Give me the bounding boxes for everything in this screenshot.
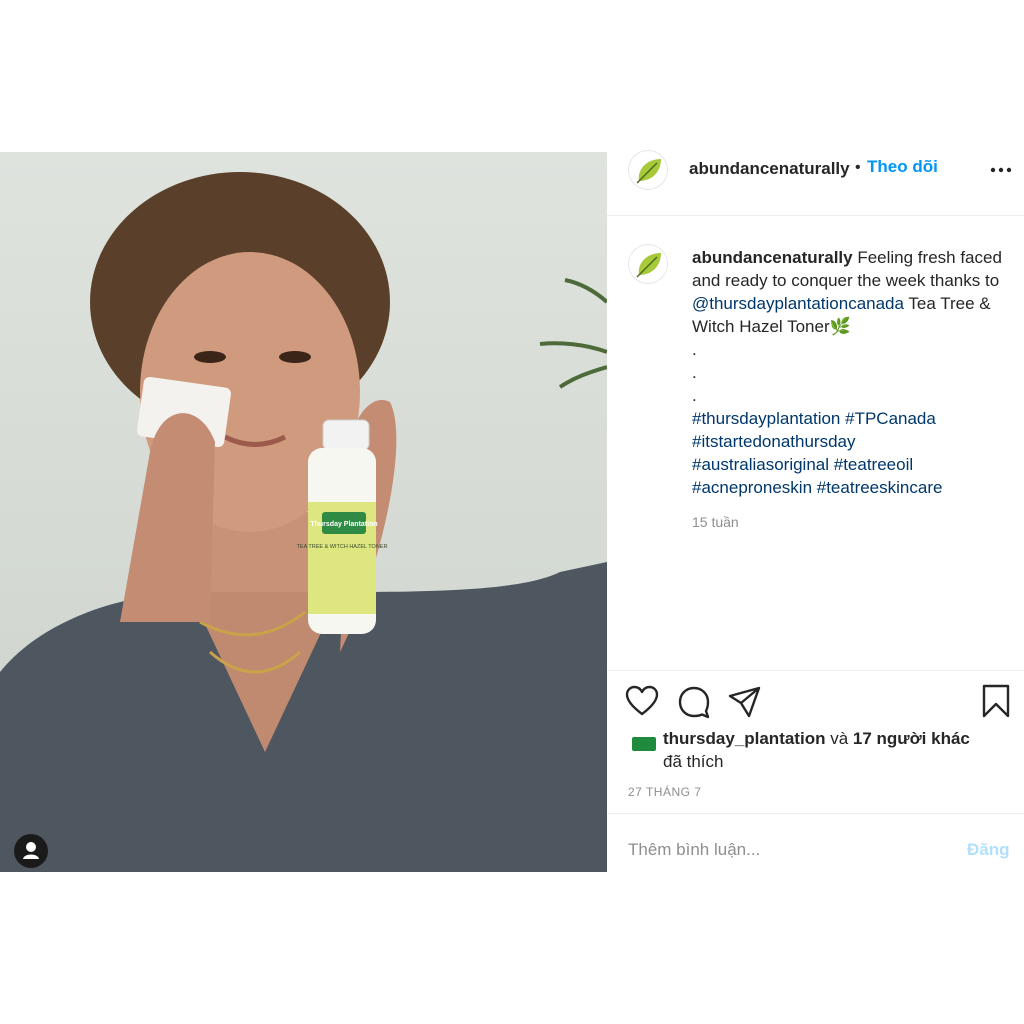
post-details-panel: abundancenaturally • Theo dõi abundancen…: [607, 150, 1024, 872]
bottle-cap: [322, 419, 370, 451]
bottle-product-text: TEA TREE & WITCH HAZEL TONER: [297, 544, 388, 550]
liker-avatar[interactable]: [632, 737, 656, 751]
plant-leaves: [539, 278, 607, 389]
post-photo[interactable]: Thursday Plantation TEA TREE & WITCH HAZ…: [0, 152, 607, 872]
hashtag-line[interactable]: #acneproneskin #teatreeskincare: [692, 476, 1007, 499]
paper-plane-icon: [728, 686, 761, 718]
instagram-post: Thursday Plantation TEA TREE & WITCH HAZ…: [0, 150, 1024, 872]
likes-suffix: đã thích: [663, 752, 724, 771]
bookmark-icon: [982, 684, 1010, 718]
likes-summary: thursday_plantation và 17 người khác đã …: [663, 727, 1003, 773]
caption-username[interactable]: abundancenaturally: [692, 248, 853, 267]
caption-dot: .: [692, 386, 697, 405]
bottle-brand-text: Thursday Plantation: [310, 521, 377, 528]
more-options-button[interactable]: [989, 160, 1013, 180]
tagged-users-button[interactable]: [14, 834, 48, 868]
header-separator: •: [855, 159, 861, 176]
hashtag-line[interactable]: #australiasoriginal #teatreeoil: [692, 453, 1007, 476]
author-username[interactable]: abundancenaturally: [689, 159, 850, 179]
liker-username[interactable]: thursday_plantation: [663, 729, 825, 748]
comment-button[interactable]: [677, 685, 711, 724]
hashtag-line[interactable]: #itstartedonathursday: [692, 430, 1007, 453]
post-caption: abundancenaturally Feeling fresh faced a…: [692, 246, 1007, 499]
leaf-logo-icon: [636, 253, 661, 278]
save-button[interactable]: [981, 684, 1011, 723]
comment-bubble-icon: [678, 686, 710, 719]
user-icon: [23, 842, 39, 859]
comment-input[interactable]: Thêm bình luận...: [628, 840, 760, 860]
like-button[interactable]: [625, 685, 659, 722]
add-comment-bar: Thêm bình luận... Đăng: [607, 813, 1024, 872]
post-actions-section: thursday_plantation và 17 người khác đã …: [607, 670, 1024, 871]
post-comment-button[interactable]: Đăng: [967, 840, 1010, 860]
photo-illustration: Thursday Plantation TEA TREE & WITCH HAZ…: [0, 172, 607, 872]
caption-time-ago[interactable]: 15 tuần: [692, 514, 739, 530]
author-avatar[interactable]: [628, 150, 668, 190]
caption-avatar[interactable]: [628, 244, 668, 284]
follow-button[interactable]: Theo dõi: [867, 157, 938, 177]
caption-dot: .: [692, 363, 697, 382]
left-eye: [194, 351, 226, 363]
hashtag-line[interactable]: #thursdayplantation #TPCanada: [692, 407, 1007, 430]
caption-dot: .: [692, 340, 697, 359]
caption-hashtags: #thursdayplantation #TPCanada #itstarted…: [692, 407, 1007, 499]
leaf-logo-icon: [636, 159, 661, 184]
post-header: abundancenaturally • Theo dõi: [607, 150, 1024, 216]
left-hand: [120, 413, 215, 622]
likes-others-link[interactable]: 17 người khác: [853, 729, 970, 748]
share-button[interactable]: [728, 685, 762, 724]
heart-icon: [625, 685, 659, 716]
right-eye: [279, 351, 311, 363]
more-dots-icon: [990, 167, 1012, 173]
likes-connector: và: [825, 729, 853, 748]
caption-mention[interactable]: @thursdayplantationcanada: [692, 294, 904, 313]
post-date[interactable]: 27 THÁNG 7: [628, 785, 701, 799]
